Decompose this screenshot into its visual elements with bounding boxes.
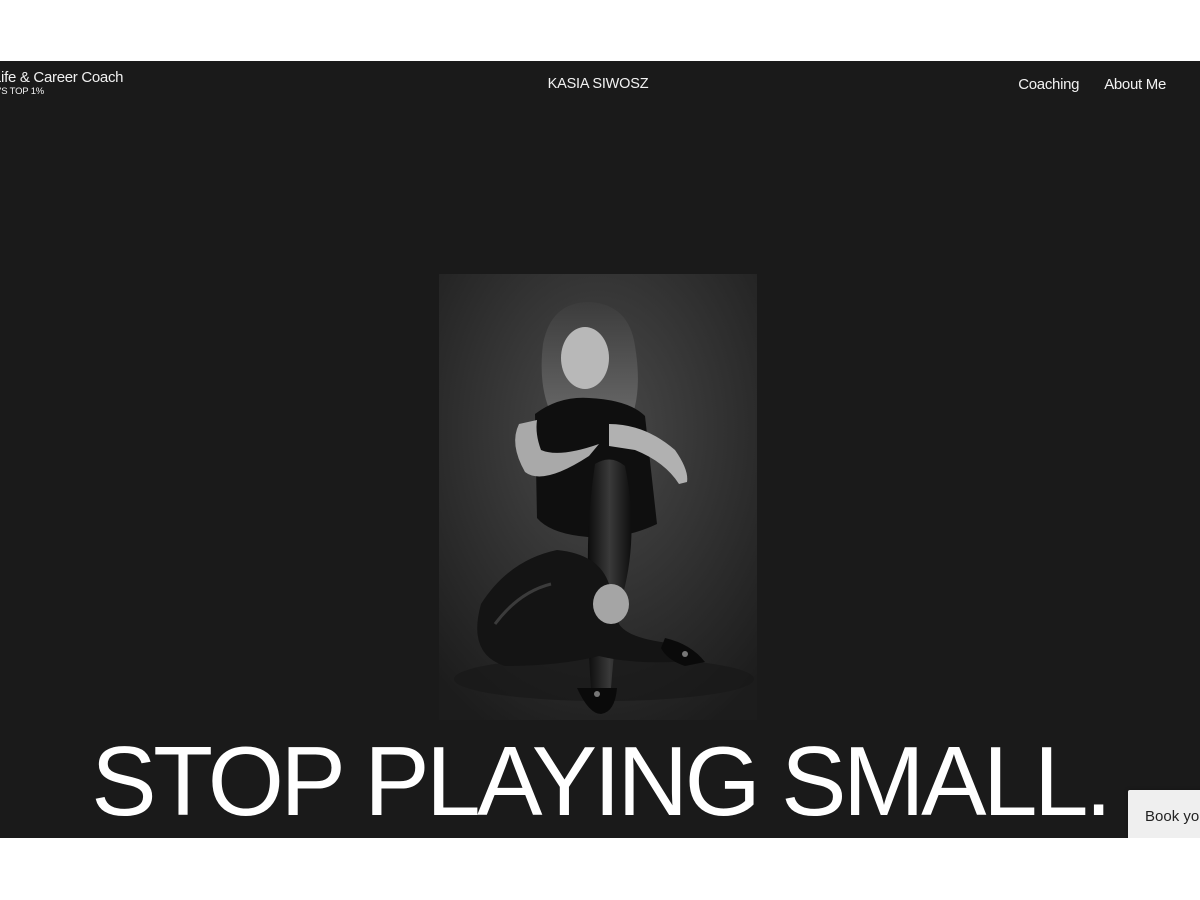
nav-link-coaching[interactable]: Coaching [1018, 76, 1079, 93]
nav-link-about-me[interactable]: About Me [1104, 76, 1166, 93]
hero-portrait-photo [439, 274, 757, 720]
browser-viewport: Life & Career Coach N'S TOP 1% KASIA SIW… [0, 0, 1200, 900]
site-name-link[interactable]: KASIA SIWOSZ [0, 76, 1196, 92]
site-hero-section: Life & Career Coach N'S TOP 1% KASIA SIW… [0, 61, 1200, 838]
book-call-button[interactable]: Book yo [1128, 790, 1200, 838]
main-nav: Coaching About Me [1018, 76, 1166, 93]
hero-headline: STOP PLAYING SMALL. [91, 726, 1112, 836]
